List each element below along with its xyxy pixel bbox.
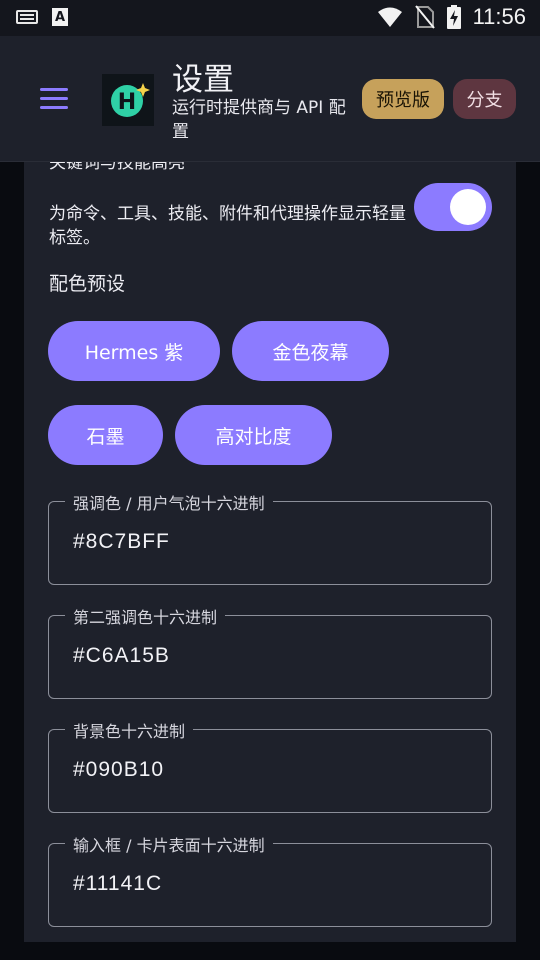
highlight-toggle[interactable] <box>414 183 492 231</box>
logo-letter: H <box>118 90 136 115</box>
field-label: 强调色 / 用户气泡十六进制 <box>65 490 273 514</box>
field-value[interactable]: #11141C <box>73 872 162 896</box>
preset-graphite[interactable]: 石墨 <box>48 405 163 465</box>
wifi-icon <box>377 7 402 27</box>
highlight-setting-description: 为命令、工具、技能、附件和代理操作显示轻量标签。 <box>49 204 406 248</box>
status-right: 11:56 <box>377 4 526 30</box>
accent-hex-field[interactable]: 强调色 / 用户气泡十六进制 #8C7BFF <box>48 490 492 585</box>
highlight-setting-title: 关键词与技能高亮 <box>49 162 185 173</box>
page-subtitle: 运行时提供商与 API 配置 <box>172 98 346 142</box>
keyboard-icon <box>16 10 38 24</box>
field-value[interactable]: #C6A15B <box>73 644 170 668</box>
clock: 11:56 <box>472 4 526 29</box>
app-logo: H <box>102 74 154 126</box>
accessibility-a-icon: A <box>52 8 68 26</box>
surface-hex-field[interactable]: 输入框 / 卡片表面十六进制 #11141C <box>48 832 492 927</box>
secondary-accent-hex-field[interactable]: 第二强调色十六进制 #C6A15B <box>48 604 492 699</box>
preset-gold-night[interactable]: 金色夜幕 <box>232 321 389 381</box>
hermes-logo-icon: H <box>111 83 150 117</box>
battery-charging-icon <box>446 5 461 29</box>
field-value[interactable]: #090B10 <box>73 758 164 782</box>
field-label: 输入框 / 卡片表面十六进制 <box>65 832 273 856</box>
field-label: 第二强调色十六进制 <box>65 604 226 628</box>
background-hex-field[interactable]: 背景色十六进制 #090B10 <box>48 718 492 813</box>
color-presets-label: 配色预设 <box>49 273 126 295</box>
preset-hermes-purple[interactable]: Hermes 紫 <box>48 321 220 381</box>
branch-chip[interactable]: 分支 <box>453 79 516 119</box>
no-sim-icon <box>414 5 435 29</box>
settings-card: 关键词与技能高亮 为命令、工具、技能、附件和代理操作显示轻量标签。 配色预设 H… <box>24 162 516 942</box>
preset-high-contrast[interactable]: 高对比度 <box>175 405 332 465</box>
toggle-knob <box>450 189 486 225</box>
field-label: 背景色十六进制 <box>65 718 194 742</box>
status-left: A <box>16 8 68 26</box>
menu-icon[interactable] <box>40 88 68 110</box>
field-value[interactable]: #8C7BFF <box>73 530 170 554</box>
status-bar: A 11:56 <box>0 0 540 36</box>
app-bar: H 设置 运行时提供商与 API 配置 预览版 分支 <box>0 36 540 162</box>
preview-chip[interactable]: 预览版 <box>362 79 444 119</box>
page-title: 设置 <box>172 62 234 98</box>
